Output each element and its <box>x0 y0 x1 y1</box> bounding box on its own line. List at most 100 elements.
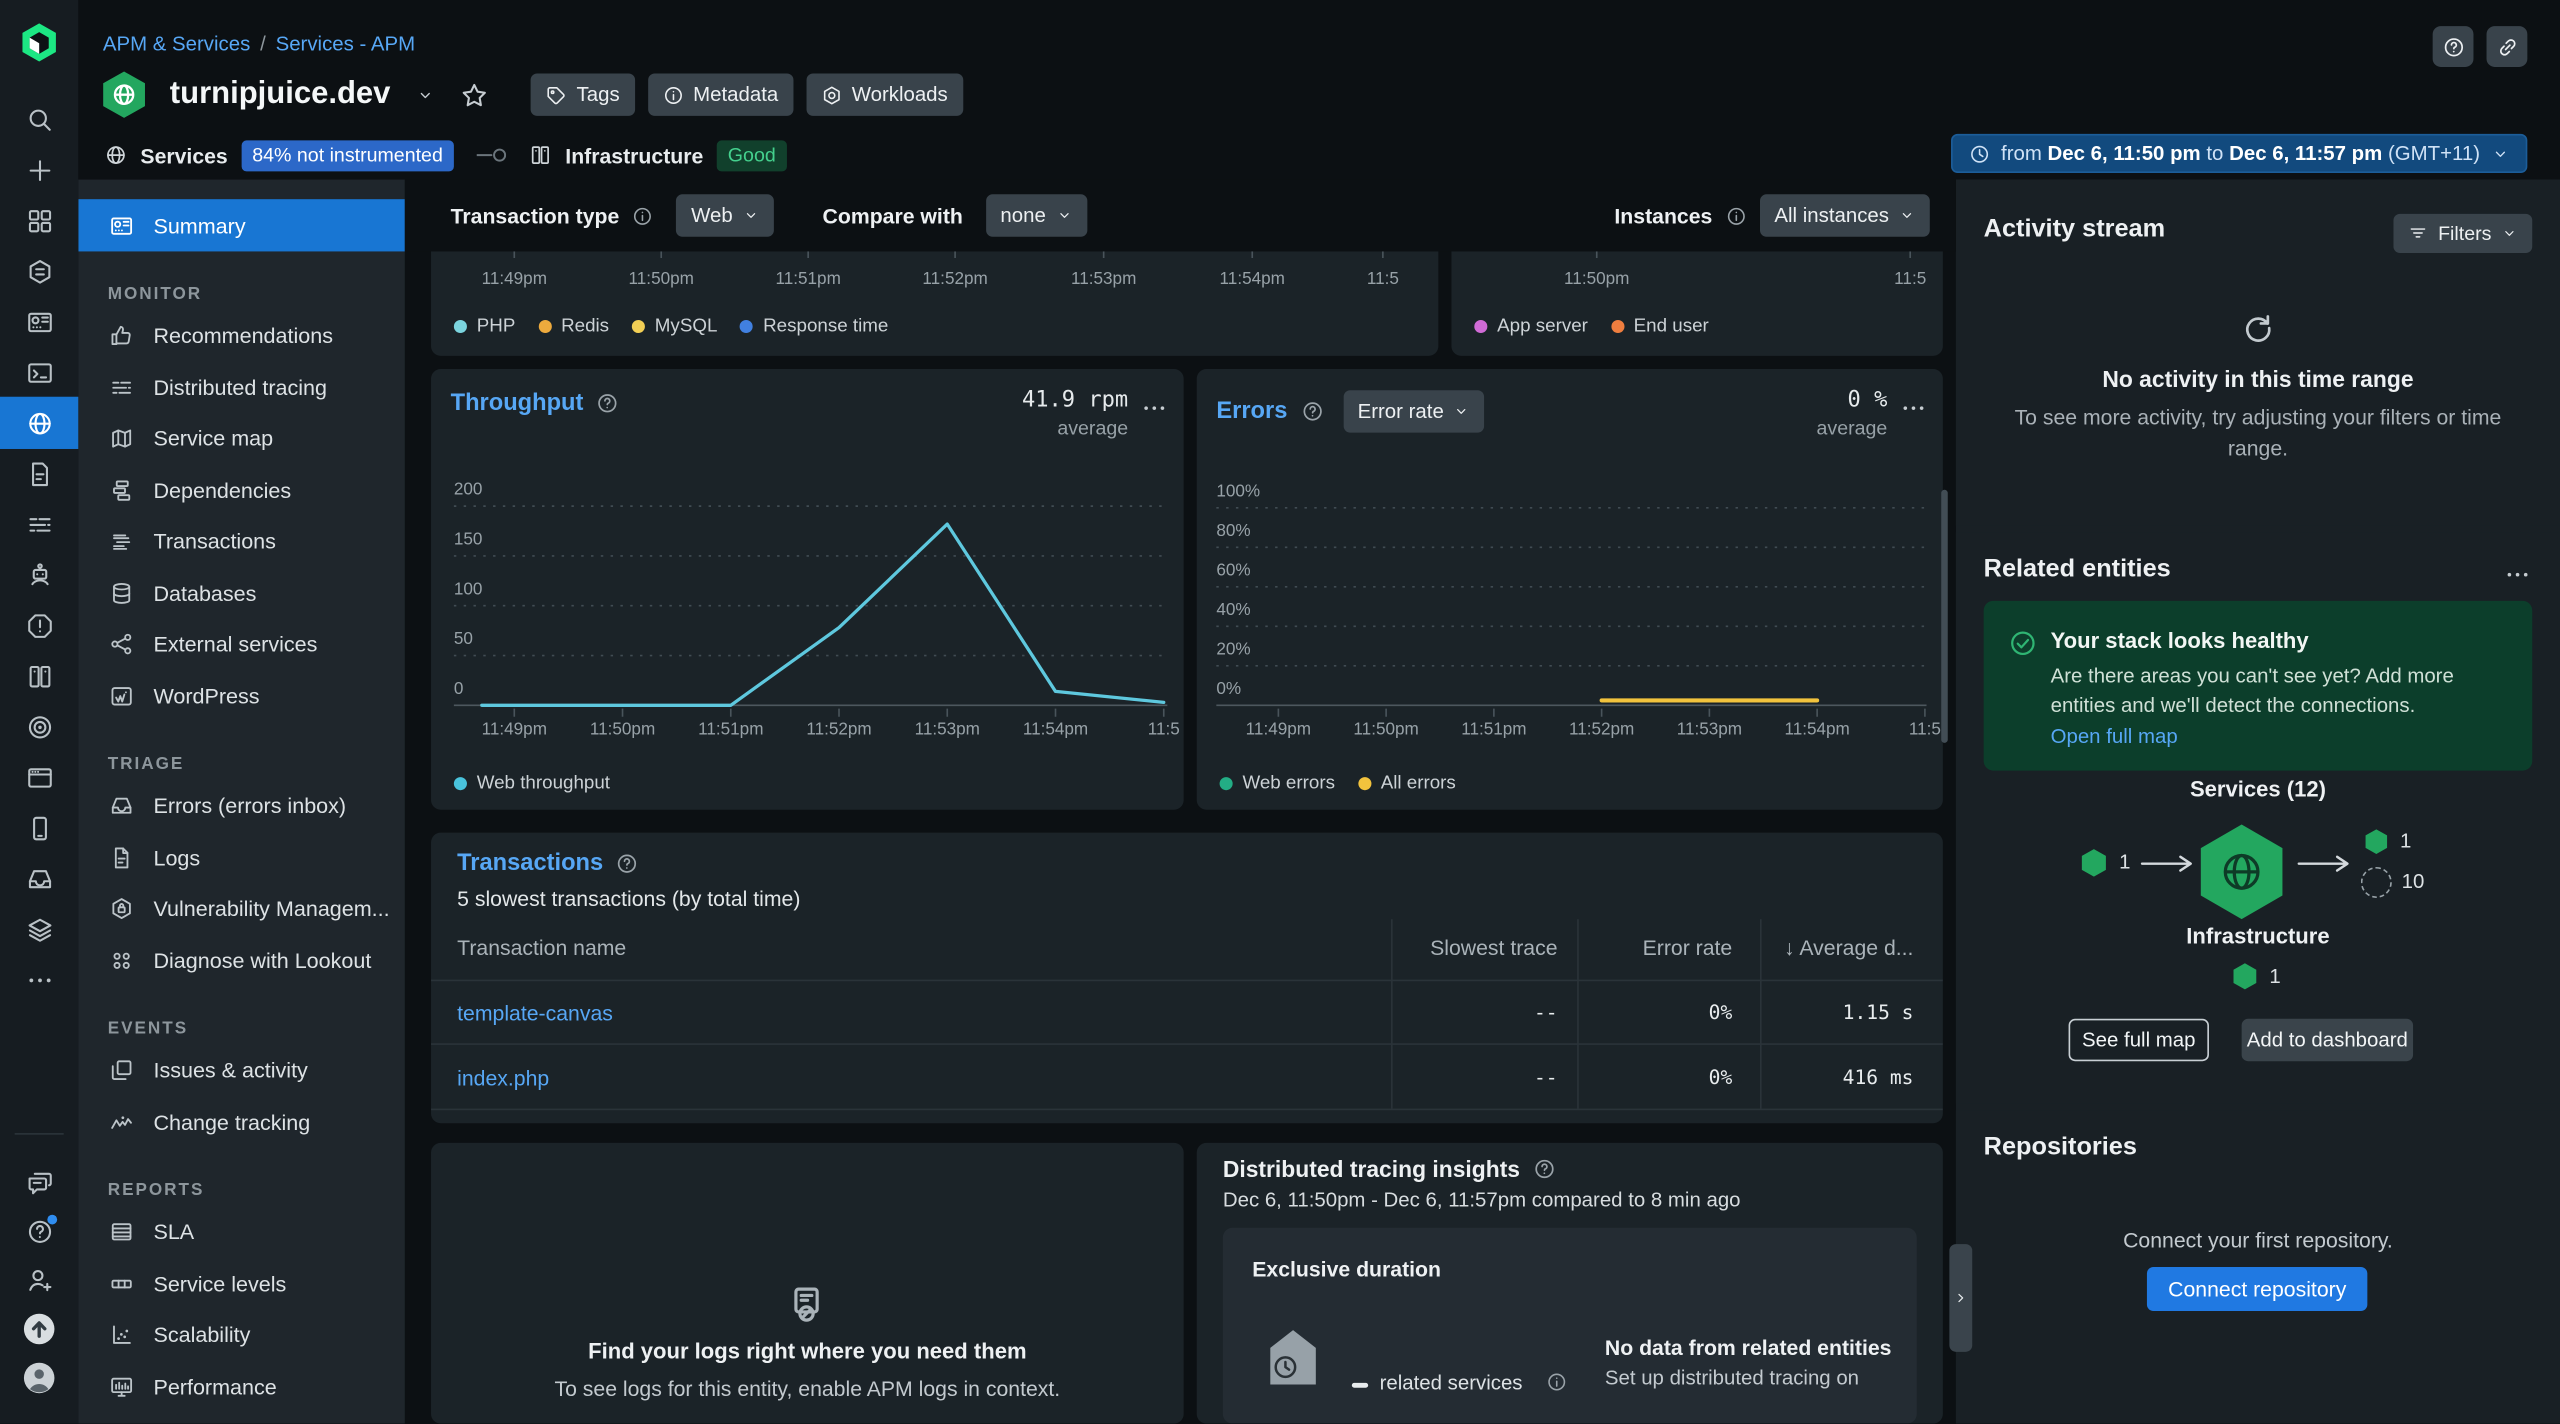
sidebar-item-logs[interactable]: Logs <box>78 832 405 883</box>
legend-item[interactable]: Redis <box>538 317 609 336</box>
sidebar-item-recommendations[interactable]: Recommendations <box>78 310 405 361</box>
rail-item-dashboards[interactable] <box>0 296 78 348</box>
slowest-trace-value: -- <box>1533 1066 1558 1089</box>
sidebar-item-wordpress[interactable]: WordPress <box>78 670 405 721</box>
rail-item-stacks[interactable] <box>0 903 78 955</box>
infrastructure-status-badge[interactable]: Good <box>716 139 788 171</box>
sidebar-item-change-tracking[interactable]: Change tracking <box>78 1096 405 1147</box>
tracing-insights-title: Distributed tracing insights <box>1222 1155 1521 1183</box>
legend-item[interactable]: PHP <box>453 317 515 336</box>
rail-item-ai-assistant[interactable] <box>0 549 78 601</box>
transaction-type-dropdown[interactable]: Web <box>676 194 774 237</box>
entity-chevron-down-icon[interactable] <box>417 86 435 104</box>
left-rail <box>0 0 79 1424</box>
sidebar-item-scalability[interactable]: Scalability <box>78 1309 405 1360</box>
sidebar-item-vulnerability-managem[interactable]: Vulnerability Managem... <box>78 883 405 934</box>
sidebar-item-errors-errors-inbox[interactable]: Errors (errors inbox) <box>78 780 405 831</box>
sidebar-item-diagnose-with-lookout[interactable]: Diagnose with Lookout <box>78 935 405 986</box>
rail-item-user-avatar[interactable] <box>0 1352 78 1404</box>
sidebar-item-databases[interactable]: Databases <box>78 567 405 618</box>
sidebar-item-service-map[interactable]: Service map <box>78 413 405 464</box>
legend-item[interactable]: MySQL <box>631 317 717 336</box>
column-header[interactable]: Slowest trace <box>1430 936 1557 960</box>
tags-button[interactable]: Tags <box>530 73 635 116</box>
workloads-button[interactable]: Workloads <box>805 73 963 116</box>
transaction-name-link[interactable]: index.php <box>457 1066 549 1090</box>
sidebar-item-external-services[interactable]: External services <box>78 619 405 670</box>
rail-item-add[interactable] <box>0 144 78 196</box>
metadata-button[interactable]: Metadata <box>647 73 793 116</box>
related-entities-menu-icon[interactable] <box>2504 562 2530 588</box>
svg-text:50: 50 <box>454 628 473 648</box>
legend-item[interactable]: Response time <box>740 317 888 336</box>
open-full-map-link[interactable]: Open full map <box>2051 725 2178 748</box>
rail-item-errors-inbox[interactable] <box>0 852 78 904</box>
downstream-healthy-hexagon-icon[interactable] <box>2362 826 2390 857</box>
chevron-right-icon <box>1953 1290 1969 1306</box>
transactions-help-icon[interactable] <box>616 852 639 875</box>
rail-item-entity-explorer[interactable] <box>0 245 78 297</box>
repositories-empty-body: Connect your first repository. <box>2123 1227 2393 1253</box>
legend-item[interactable]: End user <box>1610 317 1709 336</box>
rail-item-synthetics-target[interactable] <box>0 700 78 752</box>
sidebar-item-performance[interactable]: Performance <box>78 1361 405 1412</box>
copy-link-button[interactable] <box>2486 26 2528 67</box>
connect-repository-button[interactable]: Connect repository <box>2146 1266 2368 1312</box>
transactions-title-link[interactable]: Transactions <box>457 851 603 877</box>
legend-item[interactable]: Web errors <box>1219 774 1335 793</box>
rail-item-apps-grid[interactable] <box>0 194 78 246</box>
sidebar-item-summary[interactable]: Summary <box>78 199 405 252</box>
add-to-dashboard-button[interactable]: Add to dashboard <box>2241 1018 2414 1062</box>
tracing-insights-help-icon[interactable] <box>1533 1158 1556 1181</box>
column-divider <box>1577 919 1579 1109</box>
sidebar-item-transactions[interactable]: Transactions <box>78 516 405 567</box>
rail-item-query-console[interactable] <box>0 346 78 398</box>
rail-item-alerts[interactable] <box>0 599 78 651</box>
rail-item-invite-user[interactable] <box>0 1254 78 1306</box>
right-panel-collapse-handle[interactable] <box>1949 1244 1973 1352</box>
rail-item-feedback-chat[interactable] <box>0 1156 78 1208</box>
legend-item[interactable]: Web throughput <box>453 774 610 793</box>
rail-item-browser-app[interactable] <box>0 751 78 803</box>
related-services-info-icon[interactable] <box>1546 1371 1567 1392</box>
rail-item-search[interactable] <box>0 93 78 145</box>
favorite-star-icon[interactable] <box>461 81 489 109</box>
rail-item-more-options[interactable] <box>0 953 78 1005</box>
instances-dropdown[interactable]: All instances <box>1759 194 1930 237</box>
column-header[interactable]: ↓ Average d... <box>1784 936 1913 960</box>
svg-text:0%: 0% <box>1216 678 1241 698</box>
transaction-type-info-icon[interactable] <box>632 205 653 226</box>
current-service-hexagon-icon[interactable] <box>2196 823 2287 921</box>
column-header[interactable]: Error rate <box>1643 936 1733 960</box>
distributed-tracing-icon <box>108 375 134 399</box>
sidebar-item-sla[interactable]: SLA <box>78 1207 405 1258</box>
see-full-map-button[interactable]: See full map <box>2068 1018 2209 1062</box>
infrastructure-hexagon-icon[interactable] <box>2230 960 2259 993</box>
sidebar-item-issues-activity[interactable]: Issues & activity <box>78 1045 405 1096</box>
transaction-name-link[interactable]: template-canvas <box>457 1001 613 1025</box>
main-scrollbar-thumb[interactable] <box>1941 489 1948 743</box>
services-instrumented-badge[interactable]: 84% not instrumented <box>240 139 455 171</box>
instances-info-icon[interactable] <box>1725 205 1746 226</box>
sidebar-item-dependencies[interactable]: Dependencies <box>78 464 405 515</box>
breadcrumb-apm-services[interactable]: APM & Services <box>103 33 250 56</box>
upstream-hexagon-icon[interactable] <box>2078 846 2109 880</box>
rail-item-document[interactable] <box>0 447 78 499</box>
time-picker[interactable]: from Dec 6, 11:50 pm to Dec 6, 11:57 pm … <box>1950 133 2528 174</box>
rail-item-infrastructure-hosts[interactable] <box>0 650 78 702</box>
downstream-unknown-dashed-circle-icon[interactable] <box>2360 866 2392 898</box>
rail-item-distributed-tracing[interactable] <box>0 498 78 550</box>
rail-item-help[interactable] <box>0 1205 78 1257</box>
compare-with-dropdown[interactable]: none <box>985 194 1087 237</box>
legend-item[interactable]: App server <box>1474 317 1588 336</box>
rail-item-upgrade-arrow[interactable] <box>0 1303 78 1355</box>
sidebar-item-distributed-tracing[interactable]: Distributed tracing <box>78 362 405 413</box>
breadcrumb-services-apm[interactable]: Services - APM <box>276 33 415 56</box>
filters-button[interactable]: Filters <box>2394 213 2533 254</box>
rail-item-apm-globe[interactable] <box>0 396 79 449</box>
legend-item[interactable]: All errors <box>1357 774 1456 793</box>
tracing-empty-body: Set up distributed tracing on <box>1604 1366 1860 1390</box>
sidebar-item-service-levels[interactable]: Service levels <box>78 1258 405 1309</box>
help-button[interactable] <box>2432 26 2474 67</box>
rail-item-mobile-app[interactable] <box>0 802 78 854</box>
